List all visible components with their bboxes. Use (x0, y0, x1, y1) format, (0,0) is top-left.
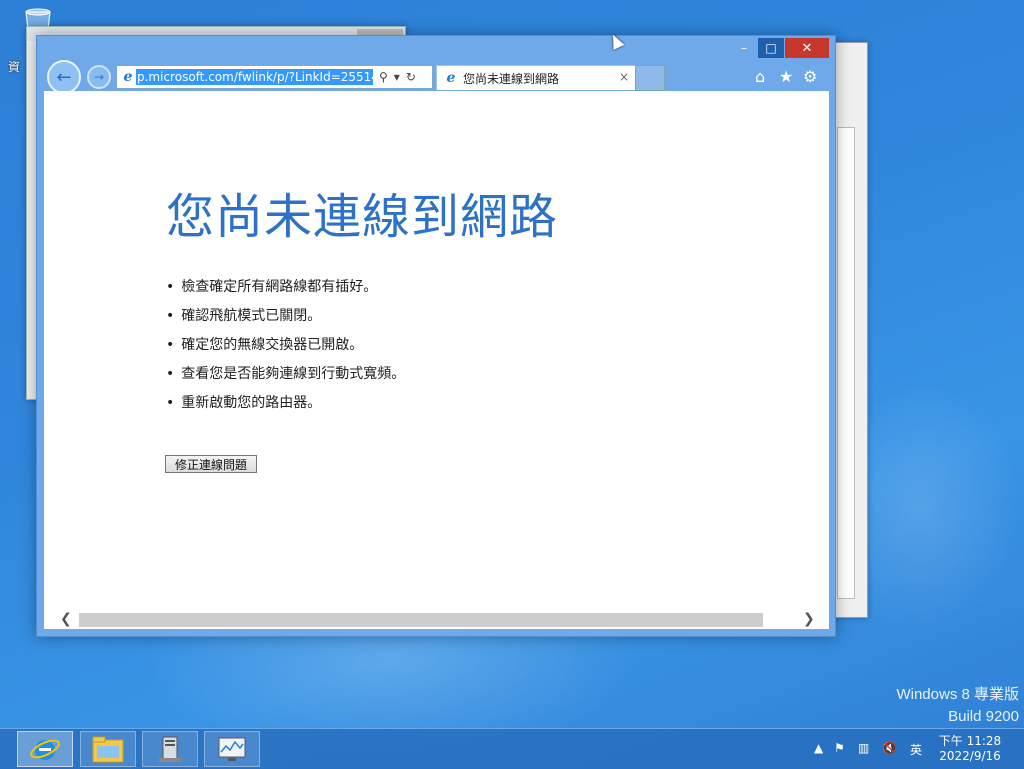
home-icon[interactable]: ⌂ (755, 67, 765, 86)
taskbar-server-manager[interactable] (142, 731, 198, 767)
clock[interactable]: 下午 11:28 2022/9/16 (935, 734, 1005, 764)
clock-time: 下午 11:28 (938, 734, 1002, 748)
refresh-icon[interactable]: ↻ (406, 70, 416, 84)
list-item: 檢查確定所有網路線都有插好。 (166, 273, 405, 302)
page-content: 您尚未連線到網路 檢查確定所有網路線都有插好。 確認飛航模式已關閉。 確定您的無… (44, 91, 829, 611)
horizontal-scrollbar[interactable]: ❮ ❯ (44, 611, 829, 629)
performance-monitor-icon (218, 737, 246, 761)
taskbar: ▲ ⚑ ▥ 🔇 英 下午 11:28 2022/9/16 (0, 728, 1024, 769)
taskbar-ie[interactable] (17, 731, 73, 767)
favorites-star-icon[interactable]: ★ (779, 67, 793, 86)
gear-icon[interactable]: ⚙ (803, 67, 817, 86)
minimize-button[interactable]: – (730, 38, 758, 58)
page-title: 您尚未連線到網路 (166, 189, 559, 245)
address-bar[interactable]: e p.microsoft.com/fwlink/p/?LinkId=25514… (116, 65, 433, 89)
ie-tab-icon: e (446, 70, 456, 86)
show-hidden-icons-icon[interactable]: ▲ (814, 741, 823, 755)
address-url[interactable]: p.microsoft.com/fwlink/p/?LinkId=255141 (136, 69, 373, 85)
action-center-flag-icon[interactable]: ⚑ (834, 741, 845, 755)
server-manager-icon (159, 736, 181, 762)
volume-muted-icon[interactable]: 🔇 (882, 741, 897, 755)
clock-date: 2022/9/16 (939, 749, 1001, 763)
new-tab-button[interactable] (635, 65, 665, 91)
chevron-down-icon[interactable]: ▾ (394, 70, 400, 84)
input-language-indicator[interactable]: 英 (910, 741, 922, 758)
taskbar-file-explorer[interactable] (80, 731, 136, 767)
tab-close-icon[interactable]: × (619, 70, 629, 84)
tab-title: 您尚未連線到網路 (463, 71, 560, 86)
arrow-left-icon: ← (56, 66, 72, 88)
maximize-button[interactable]: □ (758, 38, 784, 58)
background-window-scrollbar[interactable] (837, 127, 855, 599)
list-item: 查看您是否能夠連線到行動式寬頻。 (166, 360, 405, 389)
internet-explorer-window[interactable]: – □ ✕ ← → e p.microsoft.com/fwlink/p/?Li… (36, 35, 836, 637)
back-button[interactable]: ← (47, 60, 81, 94)
build-label: Build 9200 (948, 708, 1019, 725)
edition-label: Windows 8 專業版 (896, 686, 1019, 703)
scroll-right-icon[interactable]: ❯ (803, 611, 815, 627)
forward-button[interactable]: → (87, 65, 111, 89)
list-item: 確認飛航模式已關閉。 (166, 302, 405, 331)
fix-connection-button[interactable]: 修正連線問題 (165, 455, 257, 473)
arrow-right-icon: → (93, 70, 105, 84)
list-item: 確定您的無線交換器已開啟。 (166, 331, 405, 360)
tab-active[interactable]: e 您尚未連線到網路 × (436, 65, 636, 90)
close-button[interactable]: ✕ (785, 38, 829, 58)
folder-icon (92, 736, 124, 763)
ie-page-icon: e (123, 69, 133, 85)
network-icon[interactable]: ▥ (858, 741, 869, 755)
windows-watermark: Windows 8 專業版 Build 9200 (896, 684, 1019, 728)
troubleshoot-list: 檢查確定所有網路線都有插好。 確認飛航模式已關閉。 確定您的無線交換器已開啟。 … (166, 273, 405, 418)
list-item: 重新啟動您的路由器。 (166, 389, 405, 418)
desktop-icon-label[interactable]: 資 (8, 58, 20, 75)
taskbar-performance-monitor[interactable] (204, 731, 260, 767)
search-icon[interactable]: ⚲ (379, 70, 388, 84)
internet-explorer-icon (30, 739, 60, 760)
scroll-left-icon[interactable]: ❮ (60, 611, 72, 627)
scrollbar-thumb[interactable] (79, 613, 763, 627)
